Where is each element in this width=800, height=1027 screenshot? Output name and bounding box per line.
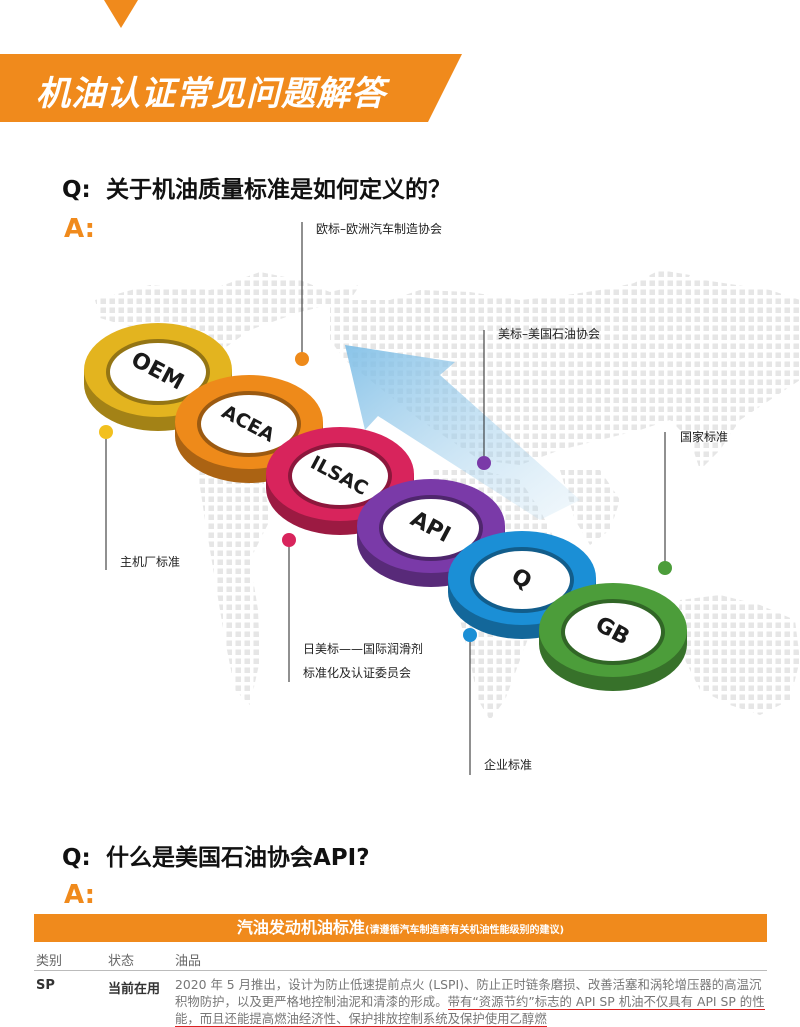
answer-mark: A: <box>64 880 96 910</box>
table-title-sub: (请遵循汽车制造商有关机油性能级别的建议) <box>364 925 565 936</box>
label-ilsac-line2: 标准化及认证委员会 <box>303 666 412 680</box>
label-acea: 欧标–欧洲汽车制造协会 <box>316 222 443 236</box>
divider <box>34 970 767 971</box>
label-gb: 国家标准 <box>680 430 729 444</box>
table-title-main: 汽油发动机油标准 <box>236 918 365 937</box>
label-ilsac-line1: 日美标——国际润滑剂 <box>303 642 424 656</box>
label-q: 企业标准 <box>484 758 533 772</box>
question-1: Q: 关于机油质量标准是如何定义的？ <box>62 170 451 204</box>
table-header: 汽油发动机油标准(请遵循汽车制造商有关机油性能级别的建议) <box>34 914 767 942</box>
row-description: 2020 年 5 月推出，设计为防止低速提前点火 (LSPI)、防止正时链条磨损… <box>175 976 767 1027</box>
question-mark: Q: <box>62 845 91 871</box>
row-status: 当前在用 <box>108 982 161 997</box>
ring-gb: GB <box>539 583 687 691</box>
table-title: 汽油发动机油标准(请遵循汽车制造商有关机油性能级别的建议) <box>34 914 767 942</box>
question-2: Q: 什么是美国石油协会API? <box>62 838 370 872</box>
col-header-status: 状态 <box>108 954 135 969</box>
standards-diagram: OEMACEAILSACAPIQGB <box>84 222 800 775</box>
label-api: 美标–美国石油协会 <box>498 327 601 341</box>
down-arrow-icon <box>104 0 138 28</box>
label-oem: 主机厂标准 <box>120 555 181 569</box>
page-title: 机油认证常见问题解答 <box>36 74 386 114</box>
col-header-oil: 油品 <box>175 954 202 969</box>
row-category: SP <box>36 978 55 993</box>
col-header-category: 类别 <box>36 954 63 969</box>
question-2-text: 什么是美国石油协会API? <box>106 845 370 871</box>
